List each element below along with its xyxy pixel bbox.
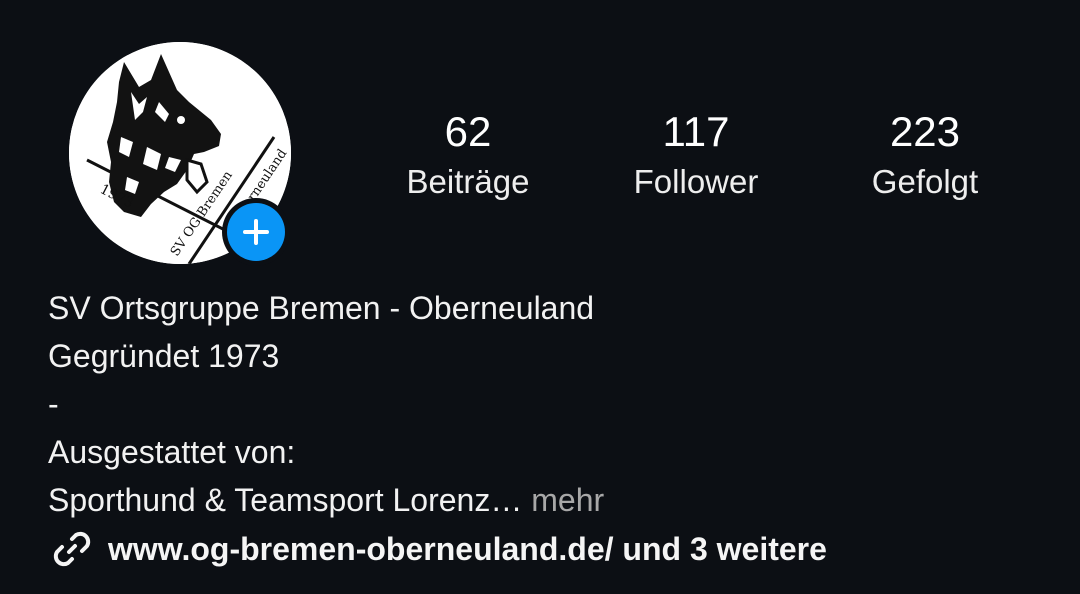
followers-label: Follower — [633, 163, 759, 200]
link-icon — [53, 531, 91, 567]
followers-count: 117 — [662, 108, 730, 155]
profile-bio: SV Ortsgruppe Bremen - Oberneuland Gegrü… — [48, 284, 1048, 524]
bio-sponsor-label: Ausgestattet von: — [48, 434, 296, 470]
stat-following[interactable]: 223 Gefolgt — [815, 108, 1035, 202]
add-story-button[interactable] — [222, 198, 290, 266]
stat-posts[interactable]: 62 Beiträge — [358, 108, 578, 202]
following-label: Gefolgt — [871, 163, 979, 200]
stat-followers[interactable]: 117 Follower — [586, 108, 806, 202]
website-link[interactable]: www.og-bremen-oberneuland.de/ und 3 weit… — [48, 524, 827, 574]
website-link-text[interactable]: www.og-bremen-oberneuland.de/ und 3 weit… — [108, 531, 827, 568]
following-count: 223 — [889, 108, 961, 155]
profile-name: SV Ortsgruppe Bremen - Oberneuland — [48, 290, 595, 326]
bio-sponsor-name: Sporthund & Teamsport Lorenz… — [48, 482, 523, 518]
posts-label: Beiträge — [406, 163, 530, 200]
bio-founded: Gegründet 1973 — [48, 338, 280, 374]
bio-separator: - — [48, 386, 59, 422]
posts-count: 62 — [444, 108, 492, 155]
more-link[interactable]: mehr — [522, 482, 604, 518]
bio-sponsor-line: Sporthund & Teamsport Lorenz… mehr — [48, 476, 1048, 524]
plus-icon — [227, 203, 285, 261]
